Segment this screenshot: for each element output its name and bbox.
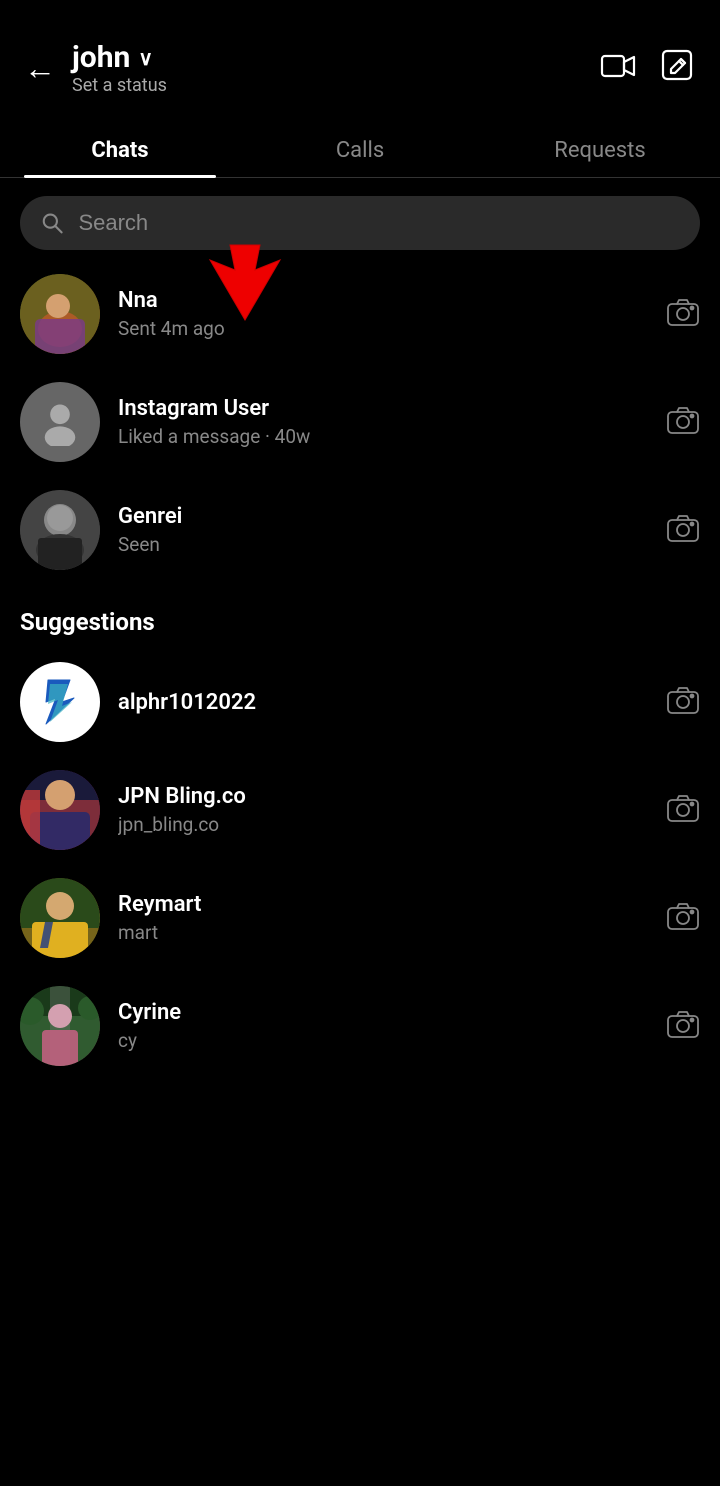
avatar-jpn <box>20 770 100 850</box>
camera-icon <box>666 403 700 437</box>
chat-item-nna[interactable]: Nna Sent 4m ago <box>0 260 720 368</box>
chat-name: Genrei <box>118 504 648 529</box>
search-input[interactable] <box>78 210 680 236</box>
username-label: john <box>72 40 130 75</box>
suggestions-list: alphr1012022 JPN Bling.co <box>0 648 720 1080</box>
header-left: ← john ∨ Set a status <box>24 40 167 96</box>
header-icons <box>600 48 696 88</box>
chat-info-reymart: Reymart mart <box>118 892 648 944</box>
chat-name: alphr1012022 <box>118 690 648 715</box>
chat-name: Instagram User <box>118 396 648 421</box>
suggestion-item-jpn[interactable]: JPN Bling.co jpn_bling.co <box>0 756 720 864</box>
tab-calls[interactable]: Calls <box>240 120 480 177</box>
chevron-down-icon: ∨ <box>138 46 153 70</box>
camera-button-alphr[interactable] <box>666 683 700 721</box>
chat-info-instagram: Instagram User Liked a message · 40w <box>118 396 648 448</box>
video-camera-icon <box>600 48 636 84</box>
camera-button-cyrine[interactable] <box>666 1007 700 1045</box>
camera-button-jpn[interactable] <box>666 791 700 829</box>
header-title-block: john ∨ Set a status <box>72 40 167 96</box>
suggestion-item-reymart[interactable]: Reymart mart <box>0 864 720 972</box>
chat-sub: Seen <box>118 533 648 556</box>
chat-info-alphr: alphr1012022 <box>118 690 648 715</box>
status-label[interactable]: Set a status <box>72 75 167 96</box>
tab-chats[interactable]: Chats <box>0 120 240 177</box>
camera-icon <box>666 683 700 717</box>
chat-item-instagram-user[interactable]: Instagram User Liked a message · 40w <box>0 368 720 476</box>
chat-item-genrei[interactable]: Genrei Seen <box>0 476 720 584</box>
camera-icon <box>666 295 700 329</box>
avatar-reymart <box>20 878 100 958</box>
chat-sub: mart <box>118 921 648 944</box>
avatar-instagram-user <box>20 382 100 462</box>
avatar-genrei <box>20 490 100 570</box>
chat-name: Cyrine <box>118 1000 648 1025</box>
compose-button[interactable] <box>660 48 696 88</box>
camera-icon <box>666 899 700 933</box>
video-call-button[interactable] <box>600 48 636 88</box>
avatar-nna <box>20 274 100 354</box>
chat-info-cyrine: Cyrine cy <box>118 1000 648 1052</box>
avatar-image <box>20 274 100 354</box>
compose-icon <box>660 48 696 84</box>
suggestion-item-cyrine[interactable]: Cyrine cy <box>0 972 720 1080</box>
camera-icon <box>666 1007 700 1041</box>
search-icon <box>40 210 64 236</box>
tabs: Chats Calls Requests <box>0 120 720 178</box>
tab-requests[interactable]: Requests <box>480 120 720 177</box>
chat-info-nna: Nna Sent 4m ago <box>118 288 648 340</box>
avatar-alphr <box>20 662 100 742</box>
chat-name: JPN Bling.co <box>118 784 648 809</box>
avatar-image <box>20 878 100 958</box>
chat-name: Reymart <box>118 892 648 917</box>
person-icon <box>36 398 84 446</box>
suggestions-heading: Suggestions <box>0 584 720 648</box>
camera-icon <box>666 511 700 545</box>
chat-sub: jpn_bling.co <box>118 813 648 836</box>
chat-sub: Sent 4m ago <box>118 317 648 340</box>
camera-icon <box>666 791 700 825</box>
chat-sub: Liked a message · 40w <box>118 425 648 448</box>
search-container <box>0 178 720 260</box>
header: ← john ∨ Set a status <box>0 0 720 112</box>
alphr-logo-icon <box>28 670 92 734</box>
avatar-cyrine <box>20 986 100 1066</box>
red-arrow-icon <box>200 240 290 330</box>
camera-button-instagram[interactable] <box>666 403 700 441</box>
camera-button-reymart[interactable] <box>666 899 700 937</box>
camera-button-nna[interactable] <box>666 295 700 333</box>
avatar-image <box>20 770 100 850</box>
camera-button-genrei[interactable] <box>666 511 700 549</box>
avatar-image <box>20 490 100 570</box>
chat-info-jpn: JPN Bling.co jpn_bling.co <box>118 784 648 836</box>
chat-sub: cy <box>118 1029 648 1052</box>
chat-name: Nna <box>118 288 648 313</box>
search-bar <box>20 196 700 250</box>
chat-info-genrei: Genrei Seen <box>118 504 648 556</box>
chat-list: Nna Sent 4m ago Instagram User Liked a m… <box>0 260 720 584</box>
header-name[interactable]: john ∨ <box>72 40 167 75</box>
avatar-image <box>20 986 100 1066</box>
back-button[interactable]: ← <box>24 49 56 87</box>
suggestion-item-alphr[interactable]: alphr1012022 <box>0 648 720 756</box>
